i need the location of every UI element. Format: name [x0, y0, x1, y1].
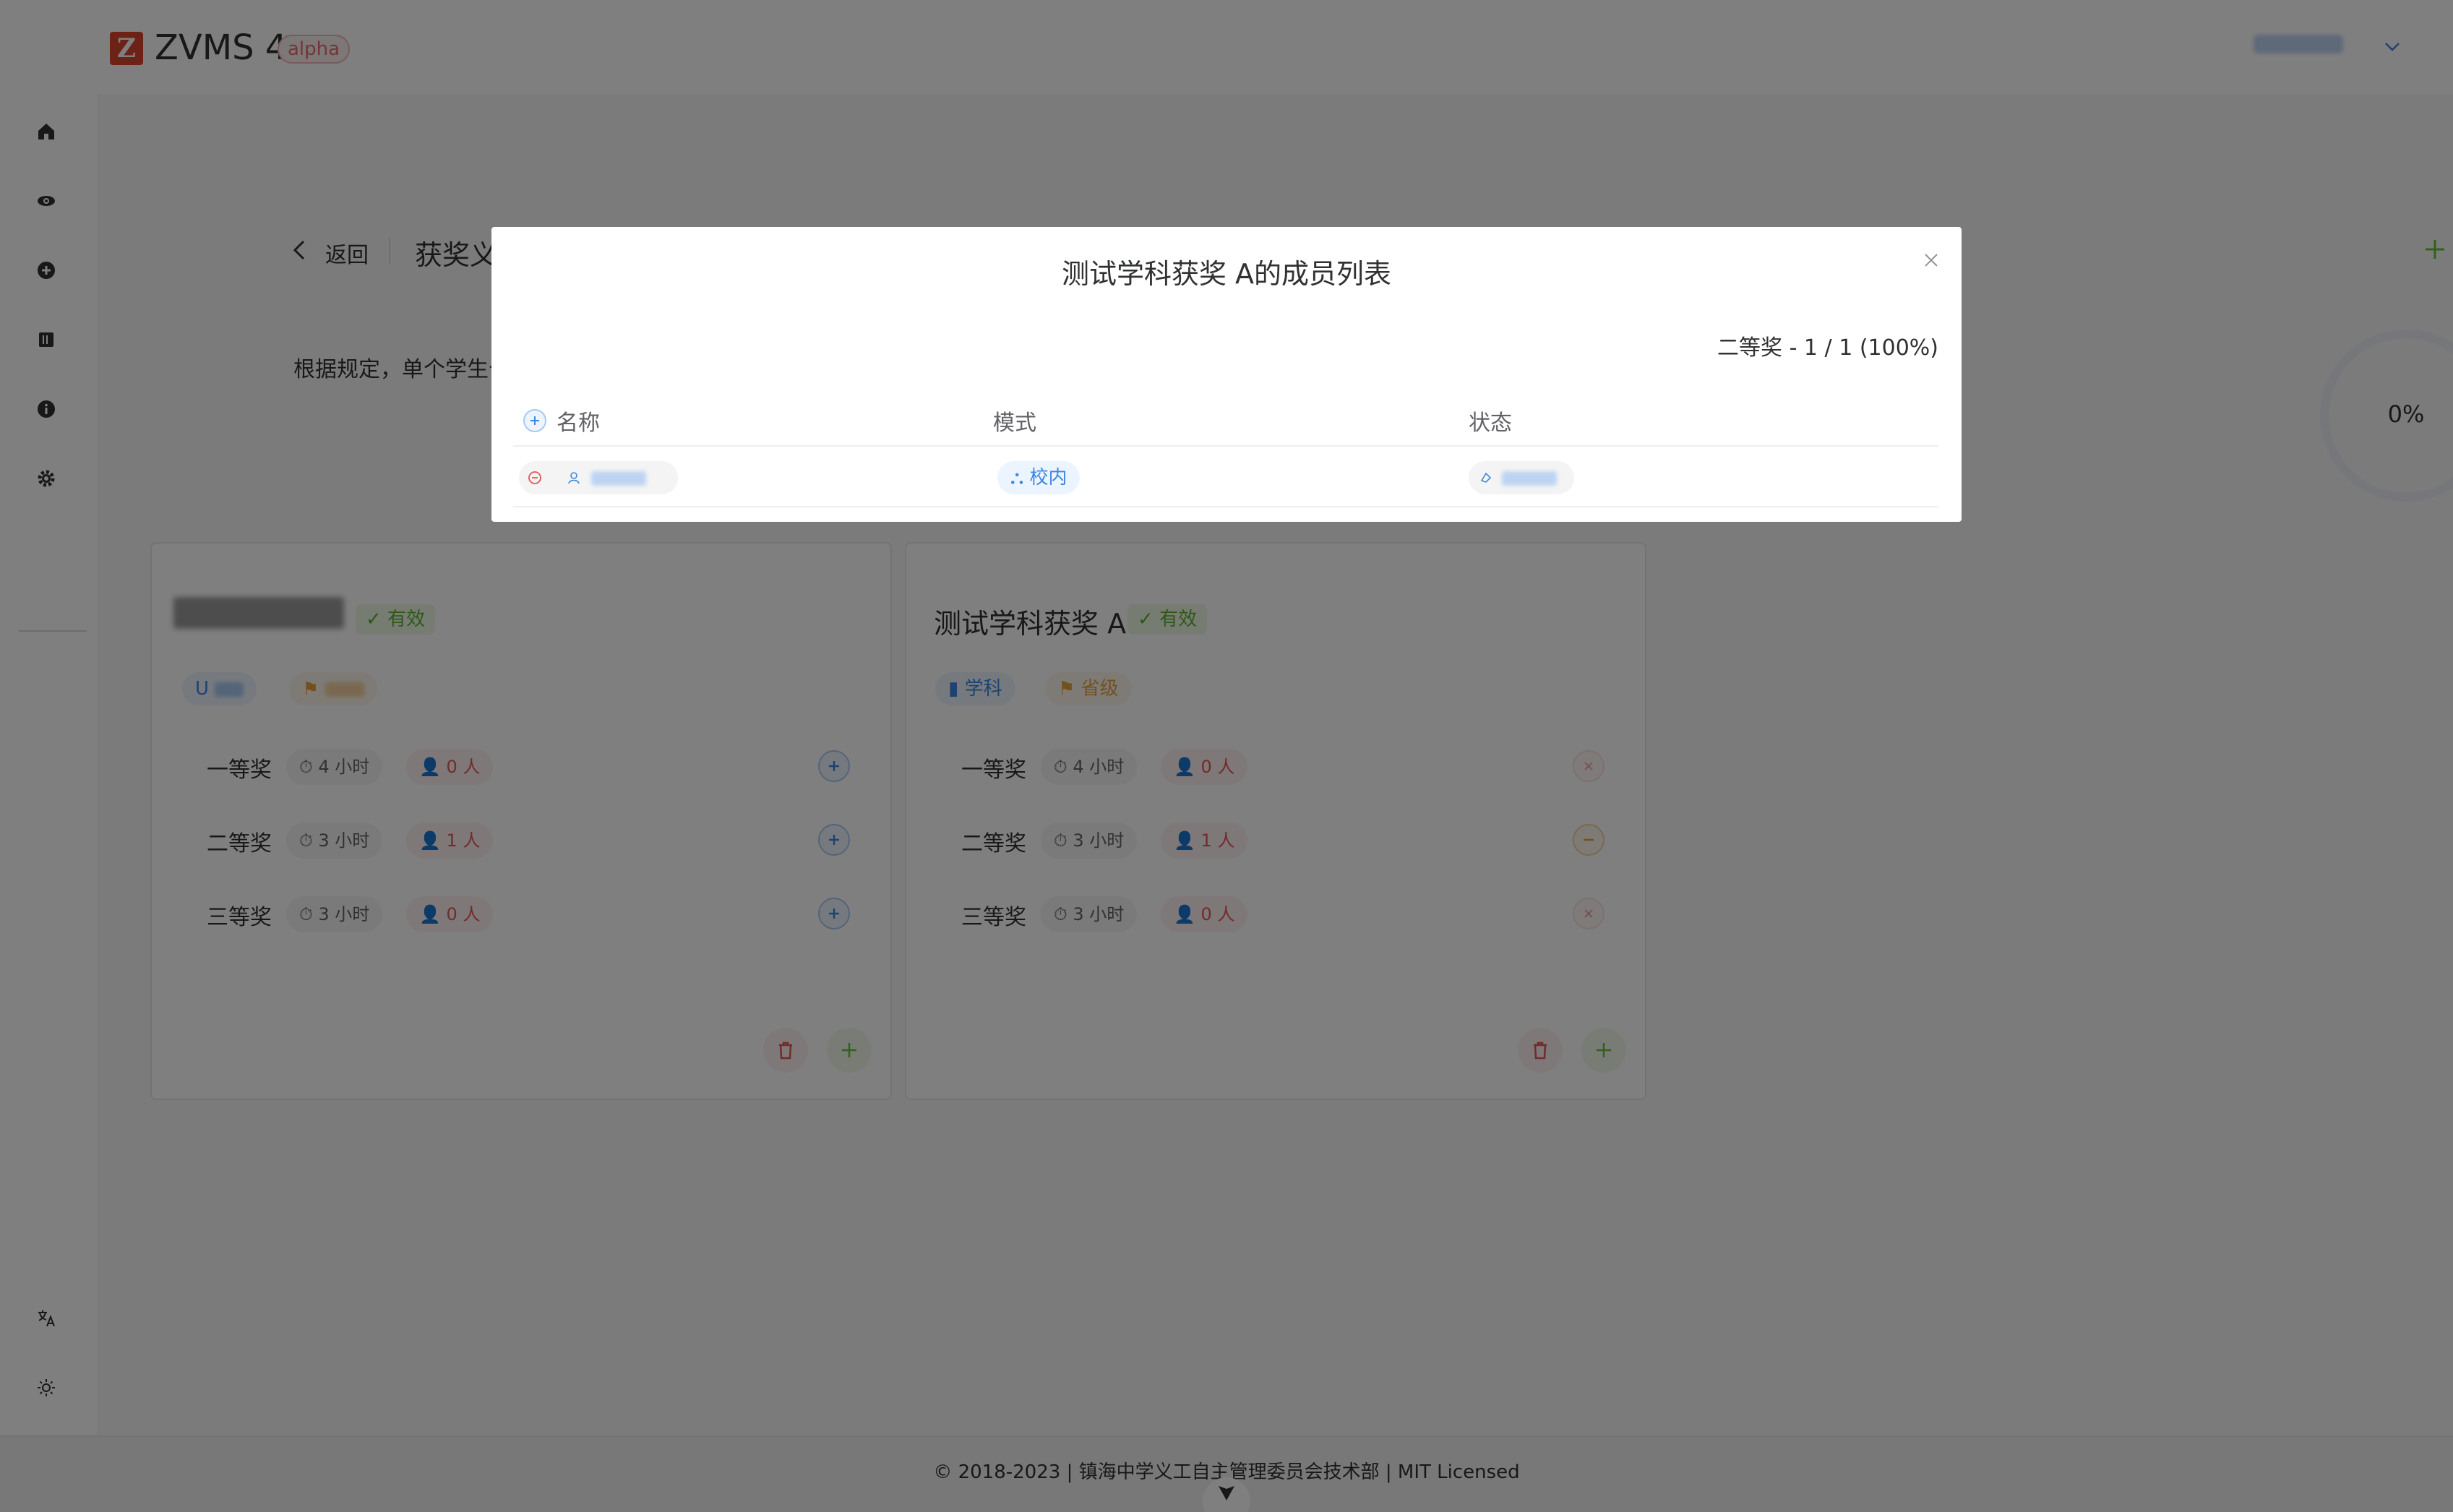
minus-circle-icon[interactable]	[528, 471, 542, 485]
column-name: 名称	[557, 411, 600, 436]
dialog-title: 测试学科获奖 A的成员列表	[1061, 258, 1392, 290]
column-mode: 模式	[993, 411, 1036, 436]
prize-summary: 二等奖 - 1 / 1 (100%)	[1717, 335, 1938, 361]
member-list-dialog: 测试学科获奖 A的成员列表 二等奖 - 1 / 1 (100%) 名称 模式 状…	[491, 227, 1962, 522]
member-chip	[519, 461, 678, 494]
add-member-button[interactable]	[523, 409, 546, 432]
close-icon[interactable]	[1917, 246, 1946, 275]
user-icon	[568, 472, 580, 484]
school-icon: ⛬	[1010, 467, 1024, 489]
member-name	[591, 471, 646, 486]
mode-tag: ⛬ 校内	[997, 461, 1081, 494]
table-header: 名称 模式 状态	[513, 387, 1938, 447]
table-row: ⛬ 校内	[513, 447, 1938, 507]
status-value	[1502, 471, 1557, 486]
status-chip	[1469, 461, 1574, 494]
status-icon	[1480, 472, 1492, 483]
column-status: 状态	[1469, 411, 1512, 436]
